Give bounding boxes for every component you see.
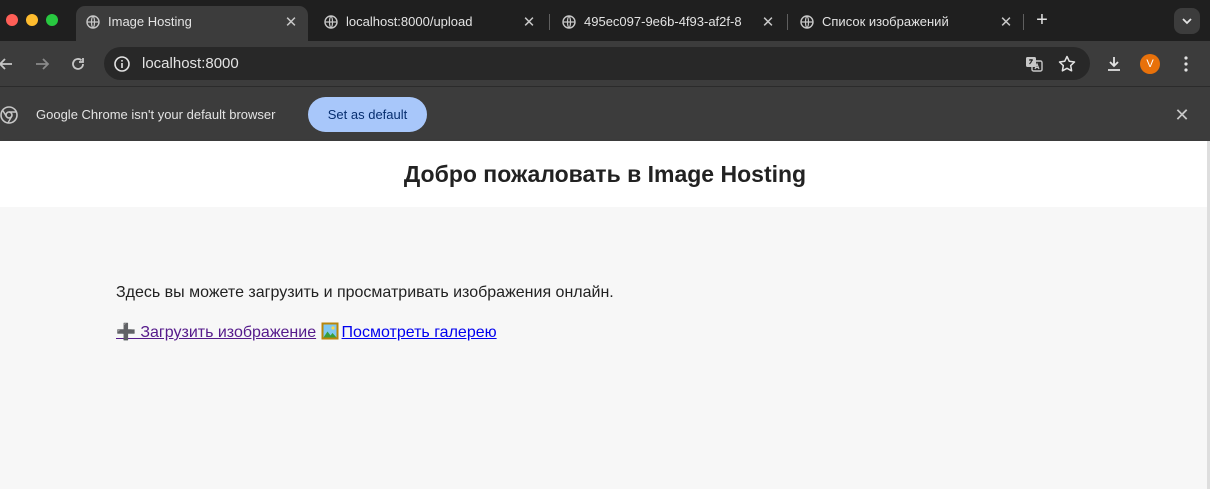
page-title: Добро пожаловать в Image Hosting bbox=[403, 161, 807, 187]
chevron-down-icon bbox=[1182, 18, 1192, 25]
infobar-message: Google Chrome isn't your default browser bbox=[36, 107, 276, 122]
translate-icon[interactable] bbox=[1024, 54, 1044, 74]
reload-icon[interactable] bbox=[68, 54, 88, 74]
tab-separator bbox=[787, 14, 788, 30]
gallery-link-label: Посмотреть галерею bbox=[341, 324, 497, 341]
tab-image-list[interactable]: Список изображений ✕ bbox=[790, 6, 1022, 41]
tab-title: 495ec097-9e6b-4f93-af2f-8 bbox=[584, 14, 742, 29]
close-tab-icon[interactable]: ✕ bbox=[521, 15, 537, 31]
tab-upload[interactable]: localhost:8000/upload ✕ bbox=[314, 6, 546, 41]
more-menu-icon[interactable] bbox=[1176, 54, 1196, 74]
page-main: Здесь вы можете загрузить и просматриват… bbox=[0, 207, 1210, 489]
page-header: Добро пожаловать в Image Hosting bbox=[0, 141, 1210, 207]
tab-title: Список изображений bbox=[822, 14, 949, 29]
tab-strip: Image Hosting ✕ localhost:8000/upload ✕ … bbox=[0, 0, 1210, 41]
close-tab-icon[interactable]: ✕ bbox=[283, 15, 299, 31]
globe-icon bbox=[324, 15, 338, 29]
profile-avatar[interactable]: V bbox=[1140, 54, 1160, 74]
gallery-link[interactable]: Посмотреть галерею bbox=[321, 322, 497, 341]
chrome-logo-icon bbox=[0, 106, 18, 124]
site-info-icon[interactable] bbox=[112, 54, 132, 74]
globe-icon bbox=[86, 15, 100, 29]
close-window-button[interactable] bbox=[6, 14, 18, 26]
forward-arrow-icon[interactable] bbox=[32, 54, 52, 74]
globe-icon bbox=[800, 15, 814, 29]
tab-title: localhost:8000/upload bbox=[346, 14, 473, 29]
back-arrow-icon[interactable] bbox=[0, 54, 16, 74]
close-tab-icon[interactable]: ✕ bbox=[760, 15, 776, 31]
tab-title: Image Hosting bbox=[108, 14, 192, 29]
close-tab-icon[interactable]: ✕ bbox=[998, 15, 1014, 31]
tab-search-button[interactable] bbox=[1174, 8, 1200, 34]
browser-toolbar: localhost:8000 V bbox=[0, 41, 1210, 86]
framed-picture-icon bbox=[321, 322, 339, 340]
bookmark-star-icon[interactable] bbox=[1057, 54, 1077, 74]
maximize-window-button[interactable] bbox=[46, 14, 58, 26]
nav-links: ➕ Загрузить изображение Посмотреть галер… bbox=[116, 322, 497, 344]
download-icon[interactable] bbox=[1104, 54, 1124, 74]
tab-image-hosting[interactable]: Image Hosting ✕ bbox=[76, 6, 308, 41]
tab-separator bbox=[549, 14, 550, 30]
globe-icon bbox=[562, 15, 576, 29]
address-bar[interactable]: localhost:8000 bbox=[104, 47, 1090, 80]
new-tab-button[interactable]: + bbox=[1033, 10, 1051, 30]
tab-image-id[interactable]: 495ec097-9e6b-4f93-af2f-8 ✕ bbox=[552, 6, 784, 41]
set-as-default-button[interactable]: Set as default bbox=[308, 97, 427, 132]
intro-text: Здесь вы можете загрузить и просматриват… bbox=[116, 284, 614, 301]
upload-link[interactable]: ➕ Загрузить изображение bbox=[116, 324, 316, 341]
minimize-window-button[interactable] bbox=[26, 14, 38, 26]
default-browser-infobar: Google Chrome isn't your default browser… bbox=[0, 86, 1210, 141]
close-icon[interactable]: ✕ bbox=[1173, 106, 1191, 124]
tab-separator bbox=[1023, 14, 1024, 30]
url-text: localhost:8000 bbox=[142, 55, 239, 72]
